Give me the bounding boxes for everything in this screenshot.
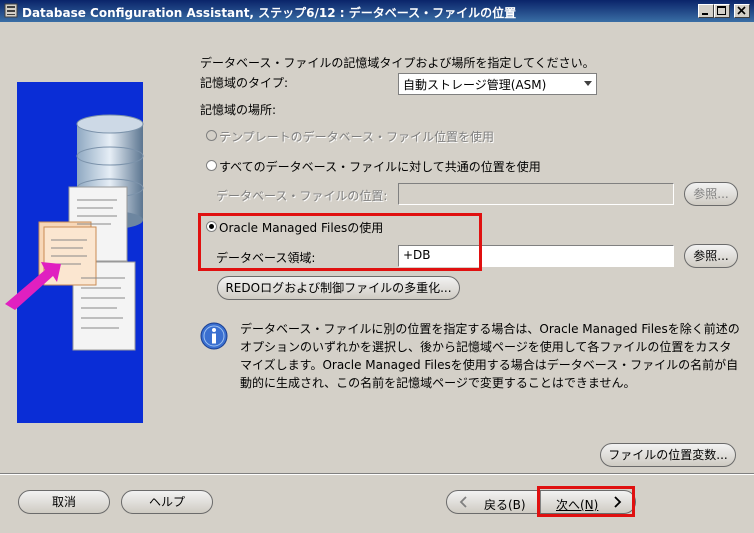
chevron-down-icon[interactable] xyxy=(584,81,592,86)
info-line: マイズします。Oracle Managed Filesを使用する場合はデータベー… xyxy=(240,358,739,372)
multiplex-redo-button[interactable]: REDOログおよび制御ファイルの多重化... xyxy=(217,276,460,300)
option-common-label[interactable]: すべてのデータベース・ファイルに対して共通の位置を使用 xyxy=(219,158,541,175)
info-message: データベース・ファイルに別の位置を指定する場合は、Oracle Managed … xyxy=(240,320,740,392)
app-icon[interactable] xyxy=(4,3,18,18)
radio-template-location xyxy=(206,130,217,141)
browse-button[interactable]: 参照... xyxy=(684,244,738,268)
instruction-text: データベース・ファイルの記憶域タイプおよび場所を指定してください。 xyxy=(200,56,595,70)
storage-type-value: 自動ストレージ管理(ASM) xyxy=(403,78,547,92)
highlight-box-omf xyxy=(198,213,482,271)
option-template-label: テンプレートのデータベース・ファイル位置を使用 xyxy=(219,130,495,144)
window-title: Database Configuration Assistant, ステップ6/… xyxy=(22,6,517,20)
browse-button-disabled: 参照... xyxy=(684,182,738,206)
close-icon[interactable] xyxy=(734,4,750,18)
title-bar[interactable]: Database Configuration Assistant, ステップ6/… xyxy=(0,0,754,22)
radio-common-location[interactable] xyxy=(206,160,217,171)
wizard-illustration xyxy=(5,82,144,423)
highlight-box-next xyxy=(537,486,635,517)
maximize-icon[interactable] xyxy=(714,4,730,18)
common-location-label: データベース・ファイルの位置: xyxy=(216,189,388,203)
info-icon xyxy=(200,322,228,353)
storage-location-label: 記憶域の場所: xyxy=(200,103,277,117)
cancel-button[interactable]: 取消 xyxy=(18,490,110,514)
common-location-field xyxy=(398,183,674,205)
chevron-left-icon[interactable] xyxy=(458,495,468,512)
minimize-icon[interactable] xyxy=(698,4,714,18)
info-line: オプションのいずれかを選択し、後から記憶域ページを使用して各ファイルの位置をカス… xyxy=(240,340,732,354)
info-line: 動的に生成され、この名前を記憶域ページで変更することはできません。 xyxy=(240,376,636,390)
footer-separator xyxy=(0,473,754,475)
info-line: データベース・ファイルに別の位置を指定する場合は、Oracle Managed … xyxy=(240,322,740,336)
file-location-variables-button[interactable]: ファイルの位置変数... xyxy=(600,443,736,467)
back-button[interactable]: 戻る(B) xyxy=(484,496,526,513)
storage-type-label: 記憶域のタイプ: xyxy=(200,76,289,90)
help-button[interactable]: ヘルプ xyxy=(121,490,213,514)
storage-type-select[interactable]: 自動ストレージ管理(ASM) xyxy=(398,73,597,95)
